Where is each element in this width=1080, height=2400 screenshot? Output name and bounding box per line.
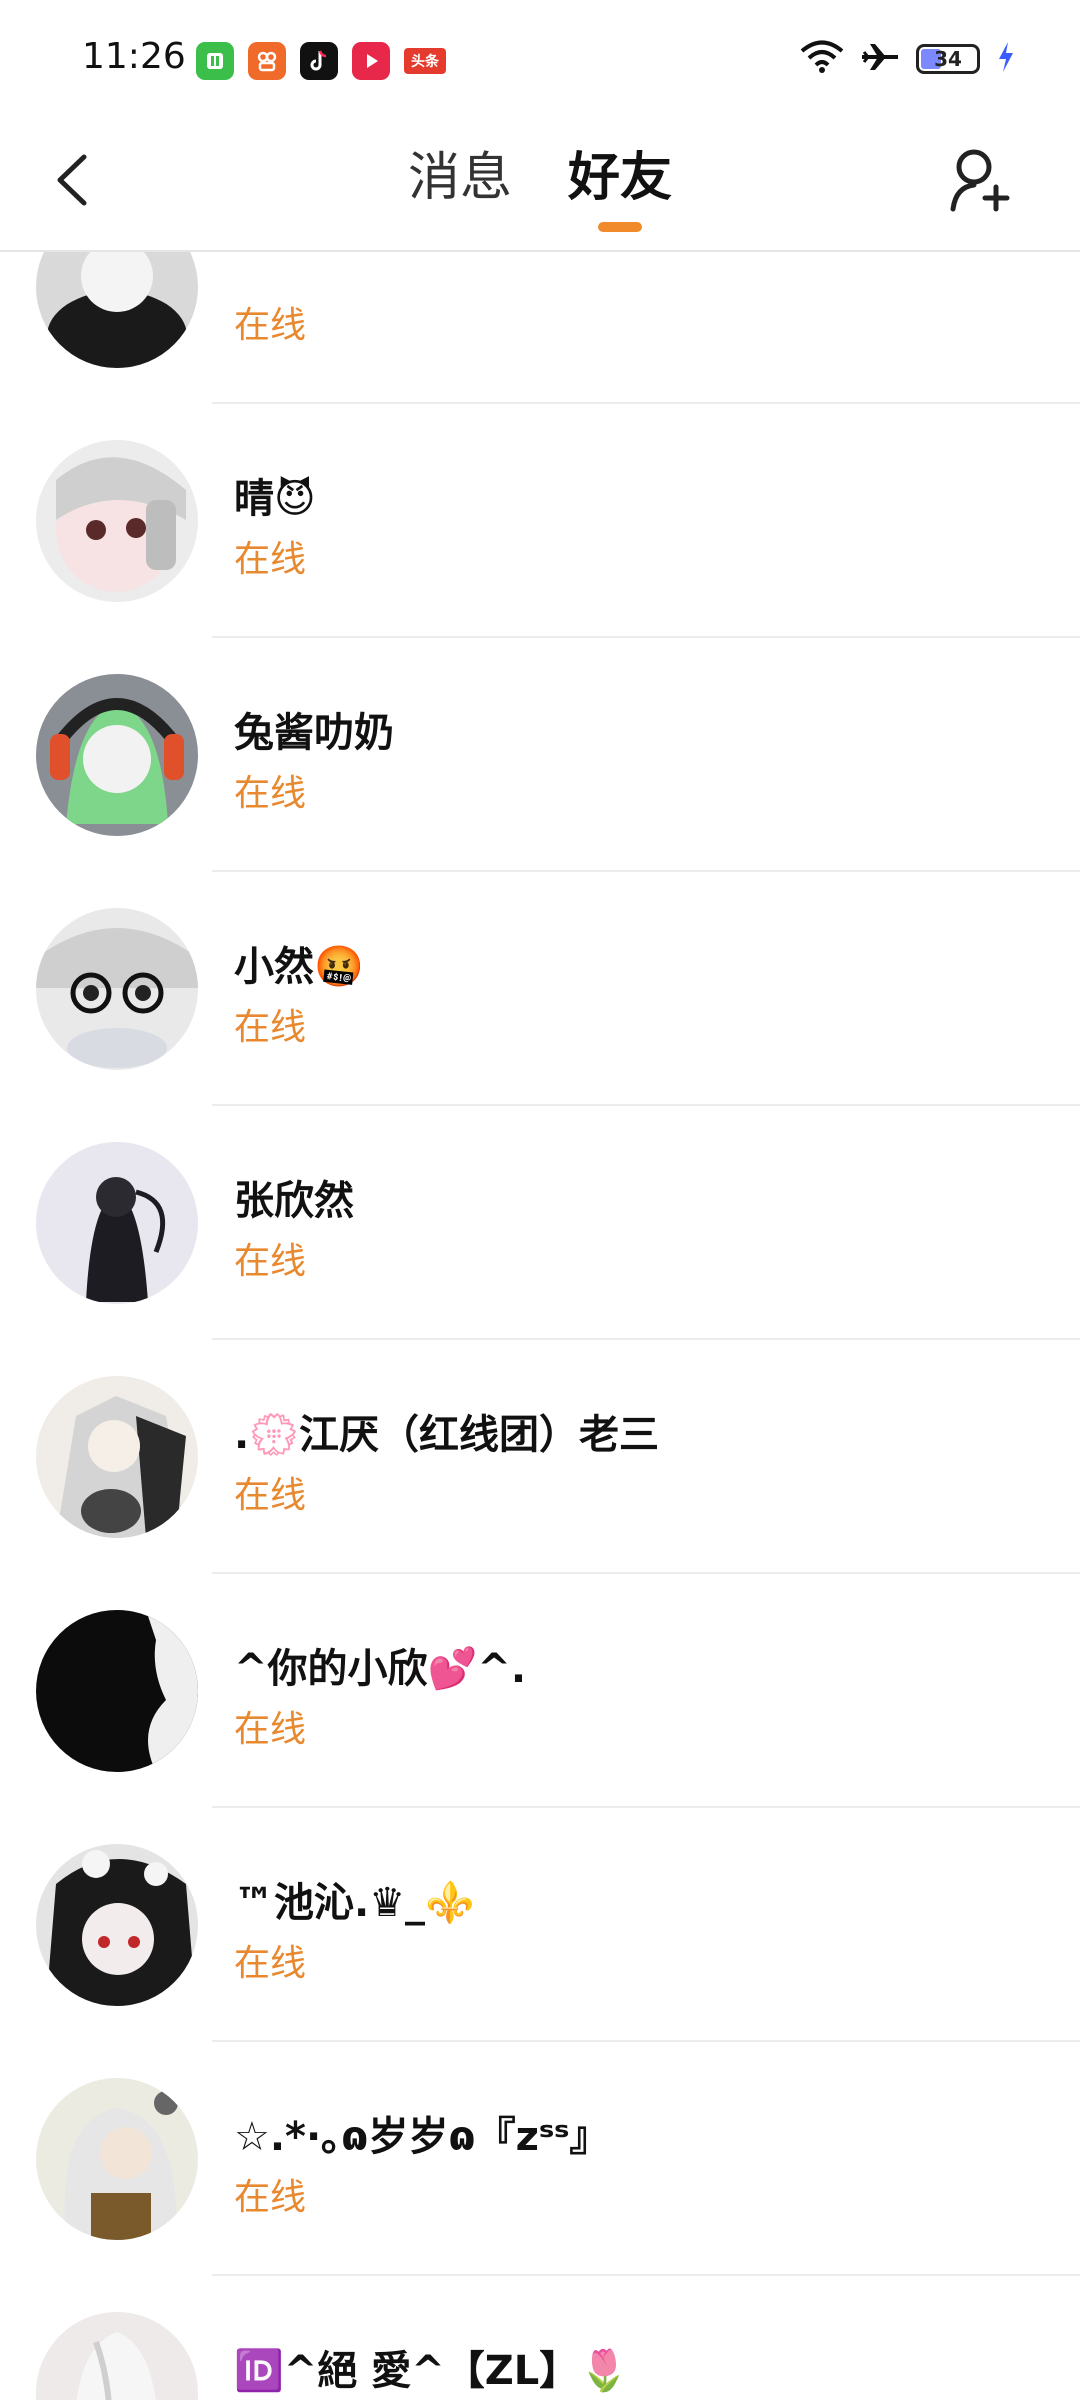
list-item[interactable]: 晴😈 在线 (0, 404, 1080, 638)
avatar (36, 2078, 198, 2240)
list-item[interactable]: 小然🤬 在线 (0, 872, 1080, 1106)
friend-name: ☆.*·｡ɷ岁岁ɷ『zˢˢ』 (234, 2114, 610, 2160)
friend-name: 兔酱叻奶 (234, 710, 394, 756)
avatar (36, 2312, 198, 2400)
system-icons: 34 (800, 40, 1016, 78)
friend-name: 小然🤬 (234, 944, 364, 990)
online-status: 在线 (234, 773, 307, 814)
battery-level: 34 (934, 47, 962, 71)
friend-name: .💮江厌（红线团）老三 (234, 1412, 659, 1458)
orange-app-icon (248, 42, 286, 80)
friend-name: 🆔^絕 愛^【ZL】🌷 (234, 2348, 630, 2394)
online-status: 在线 (234, 1007, 307, 1048)
active-tab-indicator (598, 222, 642, 232)
online-status: 在线 (234, 1475, 307, 1516)
list-item[interactable]: 🆔^絕 愛^【ZL】🌷 在线 (0, 2276, 1080, 2400)
online-status: 在线 (234, 1709, 307, 1750)
online-status: 在线 (234, 2177, 307, 2218)
notification-app-icons: 头条 (196, 42, 446, 80)
list-item[interactable]: 在线 (0, 252, 1080, 404)
friend-name: 晴😈 (234, 476, 316, 522)
list-item[interactable]: 兔酱叻奶 在线 (0, 638, 1080, 872)
friends-header: 消息 好友 (0, 120, 1080, 252)
avatar (36, 1844, 198, 2006)
avatar (36, 908, 198, 1070)
add-friend-button[interactable] (942, 142, 1018, 218)
online-status: 在线 (234, 1943, 307, 1984)
tab-bar: 消息 好友 (0, 142, 1080, 232)
friend-name: ^你的小欣💕^. (234, 1646, 527, 1692)
friend-name: ™池沁.♛_⚜️ (234, 1880, 475, 1926)
avatar (36, 1376, 198, 1538)
friend-list[interactable]: 在线 晴😈 在线 兔酱叻奶 在线 小然🤬 在线 张欣然 在线 .💮江厌（红线团）… (0, 252, 1080, 2400)
avatar (36, 674, 198, 836)
tab-friends-label: 好友 (568, 148, 673, 208)
status-time: 11:26 (82, 36, 186, 77)
tab-friends[interactable]: 好友 (568, 142, 673, 232)
status-bar: 11:26 头条 34 (0, 0, 1080, 120)
battery-indicator: 34 (916, 44, 980, 74)
avatar (36, 440, 198, 602)
online-status: 在线 (234, 539, 307, 580)
charging-icon (996, 40, 1016, 78)
video-app-icon (352, 42, 390, 80)
list-item[interactable]: ^你的小欣💕^. 在线 (0, 1574, 1080, 1808)
avatar (36, 252, 198, 368)
friend-name: 张欣然 (234, 1178, 354, 1224)
list-item[interactable]: ™池沁.♛_⚜️ 在线 (0, 1808, 1080, 2042)
toutiao-icon: 头条 (404, 48, 446, 74)
list-item[interactable]: .💮江厌（红线团）老三 在线 (0, 1340, 1080, 1574)
online-status: 在线 (234, 305, 307, 346)
add-user-icon (950, 149, 1010, 212)
airplane-mode-icon (860, 40, 900, 78)
avatar (36, 1610, 198, 1772)
tiktok-icon (300, 42, 338, 80)
green-app-icon (196, 42, 234, 80)
online-status: 在线 (234, 1241, 307, 1282)
list-item[interactable]: ☆.*·｡ɷ岁岁ɷ『zˢˢ』 在线 (0, 2042, 1080, 2276)
list-item[interactable]: 张欣然 在线 (0, 1106, 1080, 1340)
avatar (36, 1142, 198, 1304)
tab-messages[interactable]: 消息 (408, 142, 512, 214)
wifi-icon (800, 40, 844, 78)
